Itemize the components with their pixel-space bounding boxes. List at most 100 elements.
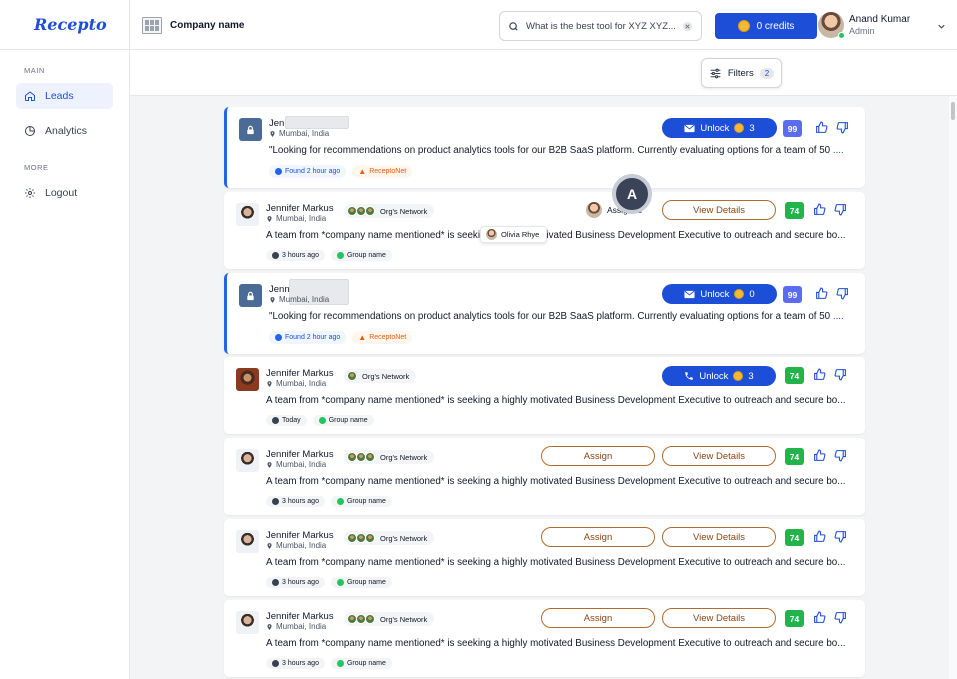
scrollbar-thumb[interactable] (951, 102, 955, 120)
view-details-button[interactable]: View Details (662, 446, 776, 466)
credits-label: 0 credits (756, 20, 795, 32)
credits-button[interactable]: 0 credits (715, 13, 817, 39)
lead-tags: Found 2 hour ago ▲ ReceptoNet (269, 165, 413, 178)
lead-name: Jennifer Markus (266, 449, 334, 460)
unlock-button[interactable]: Unlock 3 (662, 118, 777, 138)
thumbs-down-icon[interactable] (834, 368, 847, 381)
thumbs-down-icon[interactable] (834, 611, 847, 624)
time-text: Today (282, 417, 301, 424)
clock-icon (272, 417, 279, 424)
network-badge: Org's Network (344, 612, 435, 626)
lead-name: Jen (269, 118, 285, 129)
lead-description: "Looking for recommendations on product … (269, 311, 855, 322)
lead-description: A team from *company name mentioned* is … (266, 230, 846, 241)
clear-search-icon[interactable] (682, 21, 693, 32)
group-text: Group name (346, 660, 386, 667)
location-text: Mumbai, India (276, 460, 327, 469)
view-details-button[interactable]: View Details (662, 200, 776, 220)
online-status-dot (838, 32, 845, 39)
description-text: "Looking for recommendations on product … (269, 145, 831, 156)
match-score: 74 (785, 367, 804, 384)
group-tag: Group name (330, 496, 392, 507)
sidebar: Recepto MAIN Leads Analytics MORE Logout (0, 0, 130, 679)
lead-name: Jennifer Markus (266, 203, 334, 214)
lead-card[interactable]: Jen Mumbai, India "Looking for recommend… (224, 107, 865, 188)
lead-card[interactable]: Jennifer Markus Mumbai, India Org's Netw… (224, 192, 865, 269)
user-name: Anand Kumar (849, 14, 911, 25)
location-text: Mumbai, India (276, 541, 327, 550)
scrollbar[interactable] (949, 96, 957, 679)
thumbs-up-icon[interactable] (813, 203, 826, 216)
view-details-button[interactable]: View Details (662, 527, 776, 547)
sidebar-item-leads[interactable]: Leads (16, 83, 113, 109)
user-menu[interactable]: Anand Kumar Admin (816, 12, 956, 40)
lead-location: Mumbai, India (266, 214, 326, 223)
read-more-link[interactable]: .... (833, 311, 844, 322)
search-icon (509, 21, 518, 31)
lead-card[interactable]: Jennifer Markus Mumbai, India Org's Netw… (224, 519, 865, 596)
assignee-tooltip: Olivia Rhye (480, 226, 547, 243)
lead-card[interactable]: Jennifer Markus Mumbai, India Org's Netw… (224, 357, 865, 434)
lead-tags: 3 hours ago Group name (266, 658, 392, 669)
lead-tags: 3 hours ago Group name (266, 250, 392, 261)
lead-tags: 3 hours ago Group name (266, 577, 392, 588)
assignee-avatar (486, 229, 497, 240)
thumbs-down-icon[interactable] (834, 203, 847, 216)
sidebar-item-analytics[interactable]: Analytics (16, 118, 113, 144)
lead-location: Mumbai, India (266, 541, 326, 550)
sidebar-item-label: Analytics (45, 125, 88, 137)
thumbs-down-icon[interactable] (836, 287, 849, 300)
unlock-button[interactable]: Unlock 0 (662, 284, 777, 304)
sidebar-item-logout[interactable]: Logout (16, 180, 113, 206)
locked-avatar (239, 284, 262, 307)
network-text: Org's Network (380, 452, 428, 462)
lead-location: Mumbai, India (266, 622, 326, 631)
recepto-logo[interactable]: Recepto (0, 0, 129, 50)
assignee-avatar (586, 202, 602, 218)
recepto-mark-icon: ▲ (358, 333, 367, 342)
description-text: "Looking for recommendations on product … (269, 311, 831, 322)
thumbs-up-icon[interactable] (813, 530, 826, 543)
clock-icon (272, 660, 279, 667)
lead-description: A team from *company name mentioned* is … (266, 638, 846, 649)
whatsapp-icon (336, 252, 344, 259)
lock-icon (247, 125, 254, 134)
building-icon (142, 17, 162, 34)
lead-name: Jennifer Markus (266, 530, 334, 541)
group-tag: Group name (330, 577, 392, 588)
search-input[interactable]: What is the best tool for XYZ XYZ... (526, 21, 675, 32)
thumbs-up-icon[interactable] (813, 611, 826, 624)
whatsapp-icon (336, 498, 344, 505)
assign-button[interactable]: Assign (541, 608, 655, 628)
main-section-label: MAIN (24, 66, 45, 75)
chevron-down-icon[interactable] (936, 21, 947, 32)
source-tag: ▲ ReceptoNet (352, 331, 413, 344)
thumbs-up-icon[interactable] (815, 121, 828, 134)
more-section-label: MORE (24, 163, 49, 172)
member-avatar (365, 206, 375, 216)
location-text: Mumbai, India (276, 214, 327, 223)
thumbs-down-icon[interactable] (834, 530, 847, 543)
view-details-button[interactable]: View Details (662, 608, 776, 628)
assign-button[interactable]: Assign (541, 446, 655, 466)
lead-card[interactable]: Jennifer Markus Mumbai, India Org's Netw… (224, 600, 865, 677)
assign-button[interactable]: Assign (541, 527, 655, 547)
thumbs-up-icon[interactable] (815, 287, 828, 300)
unlock-button[interactable]: Unlock 3 (662, 366, 776, 386)
company-selector[interactable]: Company name (142, 17, 244, 34)
group-text: Group name (328, 417, 368, 424)
filters-button[interactable]: Filters 2 (701, 58, 782, 88)
lead-tags: Today Group name (266, 415, 374, 426)
search-bar[interactable]: What is the best tool for XYZ XYZ... (499, 11, 702, 41)
group-text: Group name (346, 579, 386, 586)
lead-card[interactable]: Jennifer Markus Mumbai, India Org's Netw… (224, 438, 865, 515)
thumbs-up-icon[interactable] (813, 368, 826, 381)
thumbs-up-icon[interactable] (813, 449, 826, 462)
coin-icon (737, 20, 750, 32)
thumbs-down-icon[interactable] (834, 449, 847, 462)
found-time-tag: Found 2 hour ago (269, 331, 347, 344)
read-more-link[interactable]: .... (833, 145, 844, 156)
lead-card[interactable]: Jenni Mumbai, India "Looking for recomme… (224, 273, 865, 354)
thumbs-down-icon[interactable] (836, 121, 849, 134)
filters-label: Filters (727, 67, 754, 79)
